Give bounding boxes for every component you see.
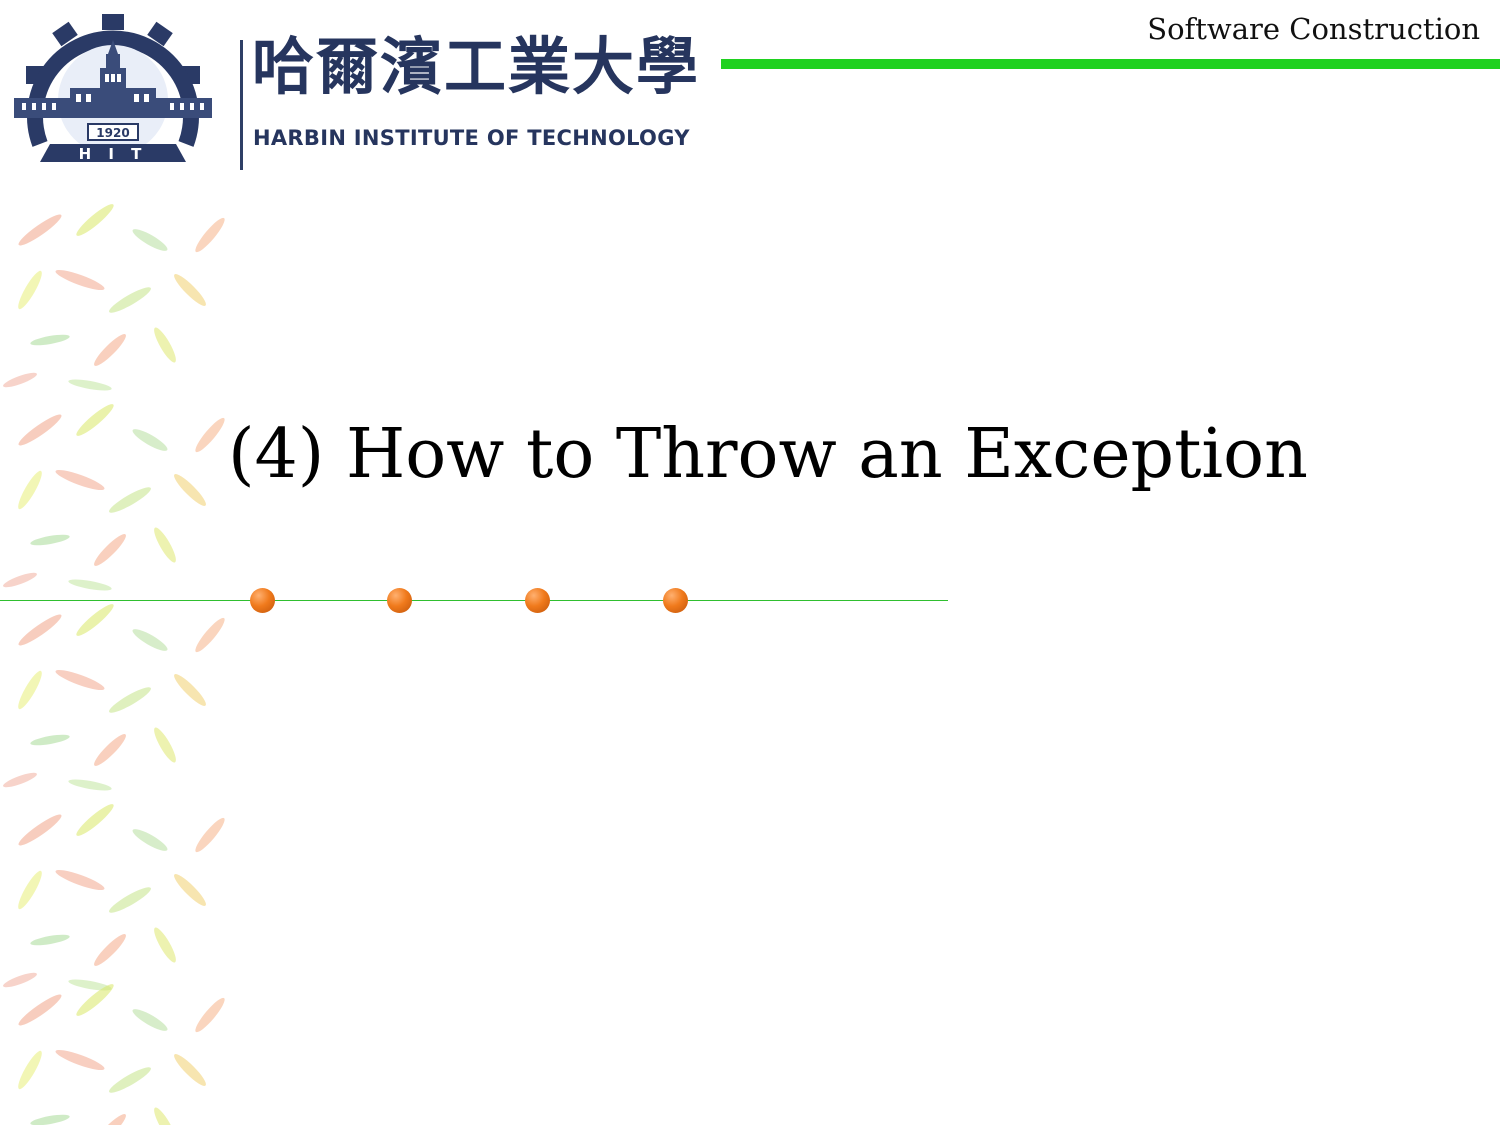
seal-initials: H I T	[79, 145, 148, 163]
university-logo: 1920 H I T 哈爾濱工業大學 HARBIN INSTITUTE OF T…	[10, 14, 720, 184]
university-seal-icon: 1920 H I T	[14, 14, 212, 163]
header-rule	[721, 59, 1500, 69]
university-name-chinese: 哈爾濱工業大學	[252, 30, 701, 103]
university-name-english: HARBIN INSTITUTE OF TECHNOLOGY	[253, 126, 690, 150]
orange-bullet-dot-2	[387, 588, 412, 613]
orange-bullet-dot-1	[250, 588, 275, 613]
course-title: Software Construction	[1147, 12, 1480, 46]
slide-title: (4) How to Throw an Exception	[228, 415, 1308, 494]
title-underline	[0, 600, 948, 601]
orange-bullet-dot-4	[663, 588, 688, 613]
seal-year: 1920	[96, 126, 129, 140]
logo-divider	[240, 40, 243, 170]
orange-bullet-dot-3	[525, 588, 550, 613]
slide: 1920 H I T 哈爾濱工業大學 HARBIN INSTITUTE OF T…	[0, 0, 1500, 1125]
leaf-pattern-decoration	[1, 204, 228, 1125]
